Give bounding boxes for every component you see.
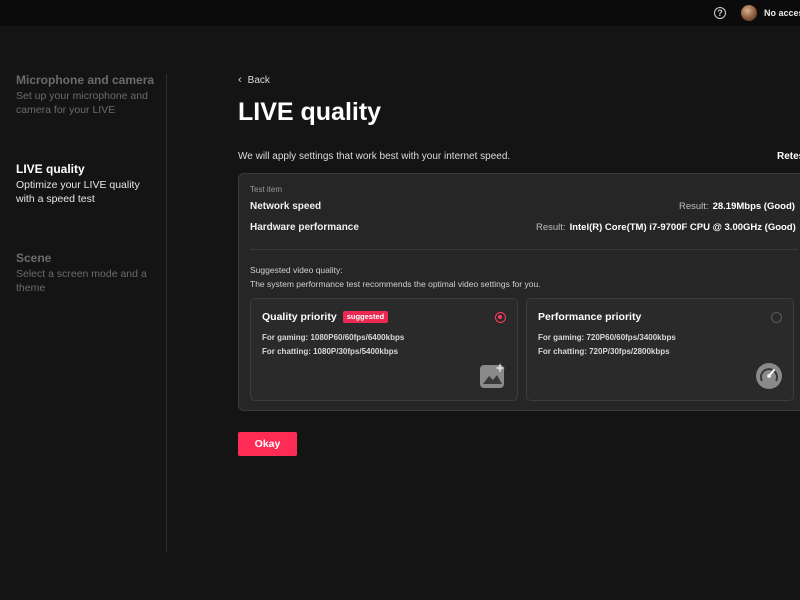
back-button[interactable]: ‹ Back: [238, 74, 270, 86]
avatar[interactable]: [741, 5, 757, 21]
sidebar-item-title: LIVE quality: [16, 162, 85, 176]
suggested-quality-description: The system performance test recommends t…: [250, 279, 541, 289]
intro-text: We will apply settings that work best wi…: [238, 151, 511, 162]
network-speed-label: Network speed: [250, 201, 322, 212]
retest-button[interactable]: Retes: [777, 151, 800, 162]
quality-priority-radio[interactable]: [495, 312, 506, 323]
result-prefix: Result:: [679, 201, 709, 212]
app-window: ? No acces Microphone and camera Set up …: [0, 0, 800, 600]
gaming-setting: For gaming: 1080P60/60fps/6400kbps: [262, 333, 405, 342]
gaming-setting: For gaming: 720P60/60fps/3400kbps: [538, 333, 676, 342]
sidebar-item-scene[interactable]: Scene Select a screen mode and a theme: [16, 251, 161, 295]
sidebar-item-description: Select a screen mode and a theme: [16, 268, 147, 294]
performance-priority-option[interactable]: Performance priority For gaming: 720P60/…: [526, 298, 794, 401]
option-title: Performance priority: [538, 311, 641, 323]
sidebar-item-description: Set up your microphone and camera for yo…: [16, 90, 148, 116]
performance-priority-radio[interactable]: [771, 312, 782, 323]
suggested-badge: suggested: [342, 311, 389, 323]
back-label: Back: [247, 74, 270, 86]
performance-priority-title: Performance priority: [538, 311, 642, 323]
chatting-setting: For chatting: 720P/30fps/2800kbps: [538, 347, 670, 356]
chevron-left-icon: ‹: [238, 74, 242, 86]
hardware-performance-value: Intel(R) Core(TM) i7-9700F CPU @ 3.00GHz…: [569, 222, 796, 233]
test-results-panel: Test item Network speed Result: 28.19Mbps…: [238, 173, 800, 411]
result-prefix: Result:: [536, 222, 566, 233]
sidebar-item-description: Optimize your LIVE quality with a speed …: [16, 179, 140, 205]
quality-priority-title: Quality priority: [262, 311, 337, 323]
sidebar-item-live-quality[interactable]: LIVE quality Optimize your LIVE quality …: [16, 162, 161, 206]
sidebar-divider: [166, 74, 167, 552]
speedometer-icon: [756, 363, 782, 389]
sidebar-item-title: Scene: [16, 251, 52, 265]
network-speed-value: 28.19Mbps (Good): [712, 201, 795, 212]
quality-priority-option[interactable]: Quality priority suggested For gaming: 1…: [250, 298, 518, 401]
option-title: Quality priority suggested: [262, 311, 389, 323]
chatting-setting: For chatting: 1080P/30fps/5400kbps: [262, 347, 399, 356]
hardware-performance-result: Result: Intel(R) Core(TM) i7-9700F CPU @ …: [536, 222, 796, 233]
account-access-label[interactable]: No acces: [764, 8, 800, 18]
hardware-performance-label: Hardware performance: [250, 222, 359, 233]
image-sparkle-icon: [480, 363, 505, 388]
top-bar: ? No acces: [0, 0, 800, 26]
panel-divider: [250, 249, 798, 250]
okay-button[interactable]: Okay: [238, 432, 297, 456]
network-speed-result: Result: 28.19Mbps (Good): [679, 201, 795, 212]
test-item-heading: Test item: [250, 185, 283, 194]
page-title: LIVE quality: [238, 98, 382, 126]
sidebar-item-title: Microphone and camera: [16, 73, 155, 87]
help-circle-icon[interactable]: ?: [714, 7, 726, 19]
suggested-quality-label: Suggested video quality:: [250, 265, 343, 275]
sidebar-item-microphone-camera[interactable]: Microphone and camera Set up your microp…: [16, 73, 161, 117]
